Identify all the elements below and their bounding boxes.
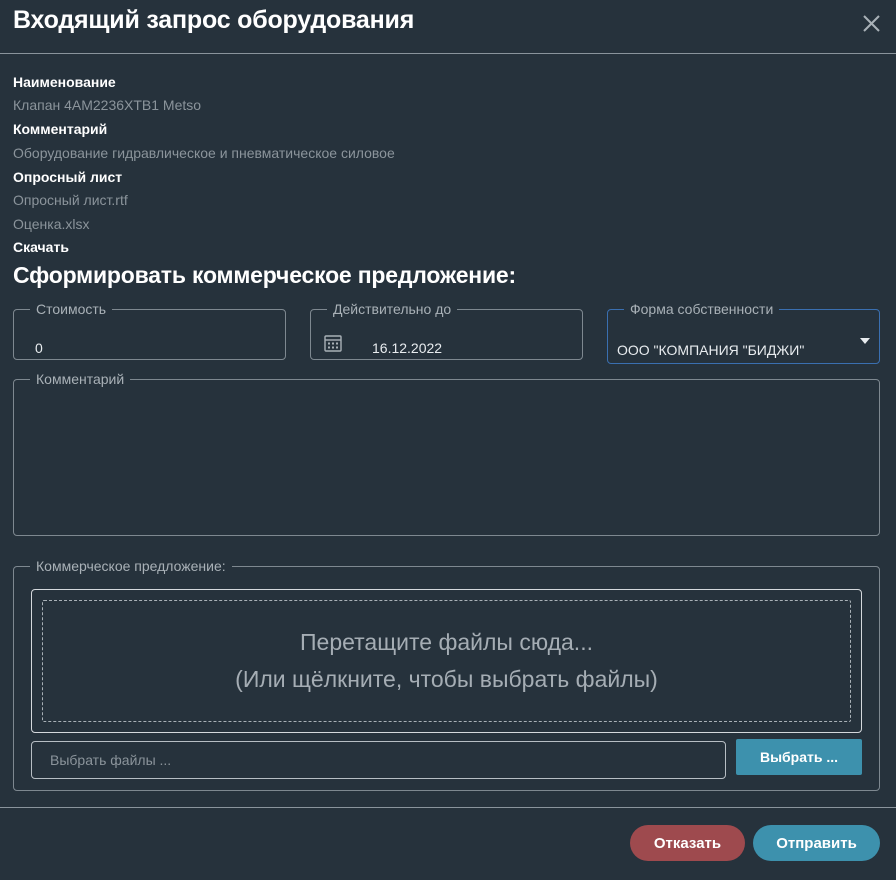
- file-link-xlsx[interactable]: Оценка.xlsx: [13, 216, 90, 232]
- offer-heading: Сформировать коммерческое предложение:: [13, 262, 516, 288]
- upload-legend: Коммерческое предложение:: [36, 558, 226, 574]
- valid-until-label: Действительно до: [333, 301, 452, 317]
- ownership-label: Форма собственности: [630, 301, 774, 317]
- download-link[interactable]: Скачать: [13, 239, 69, 255]
- valid-until-field[interactable]: Действительно до 16.12.2022: [310, 302, 583, 360]
- calendar-icon[interactable]: [323, 333, 343, 353]
- dropdown-caret-icon[interactable]: [860, 338, 870, 344]
- cost-field[interactable]: Стоимость 0: [13, 302, 286, 360]
- ownership-select[interactable]: Форма собственности ООО "КОМПАНИЯ "БИДЖИ…: [607, 302, 880, 364]
- close-icon: [863, 15, 880, 32]
- valid-until-value[interactable]: 16.12.2022: [372, 340, 442, 356]
- file-drop-zone[interactable]: Перетащите файлы сюда... (Или щёлкните, …: [31, 589, 862, 733]
- choose-files-button[interactable]: Выбрать ...: [736, 739, 862, 775]
- comment-value: Оборудование гидравлическое и пневматиче…: [13, 145, 395, 161]
- footer-divider: [0, 807, 896, 808]
- file-path-input[interactable]: [31, 741, 726, 779]
- close-button[interactable]: [858, 10, 884, 36]
- dialog-title: Входящий запрос оборудования: [13, 6, 415, 34]
- drop-zone-text: Перетащите файлы сюда...: [300, 629, 593, 655]
- comment-textarea[interactable]: Комментарий: [13, 372, 880, 536]
- name-value: Клапан 4AM2236XTB1 Metso: [13, 97, 202, 113]
- cost-label: Стоимость: [36, 301, 107, 317]
- reject-button[interactable]: Отказать: [630, 825, 745, 861]
- file-link-rtf[interactable]: Опросный лист.rtf: [13, 192, 128, 208]
- cost-value[interactable]: 0: [35, 340, 43, 356]
- comment-textarea-label: Комментарий: [36, 371, 125, 387]
- comment-label: Комментарий: [13, 121, 108, 137]
- name-label: Наименование: [13, 74, 116, 90]
- drop-zone-hint: (Или щёлкните, чтобы выбрать файлы): [235, 666, 658, 692]
- drop-zone-inner[interactable]: Перетащите файлы сюда... (Или щёлкните, …: [42, 600, 851, 722]
- questionnaire-label: Опросный лист: [13, 169, 123, 185]
- dialog-header: Входящий запрос оборудования: [0, 0, 896, 54]
- send-button[interactable]: Отправить: [753, 825, 880, 861]
- ownership-value[interactable]: ООО "КОМПАНИЯ "БИДЖИ": [617, 342, 804, 358]
